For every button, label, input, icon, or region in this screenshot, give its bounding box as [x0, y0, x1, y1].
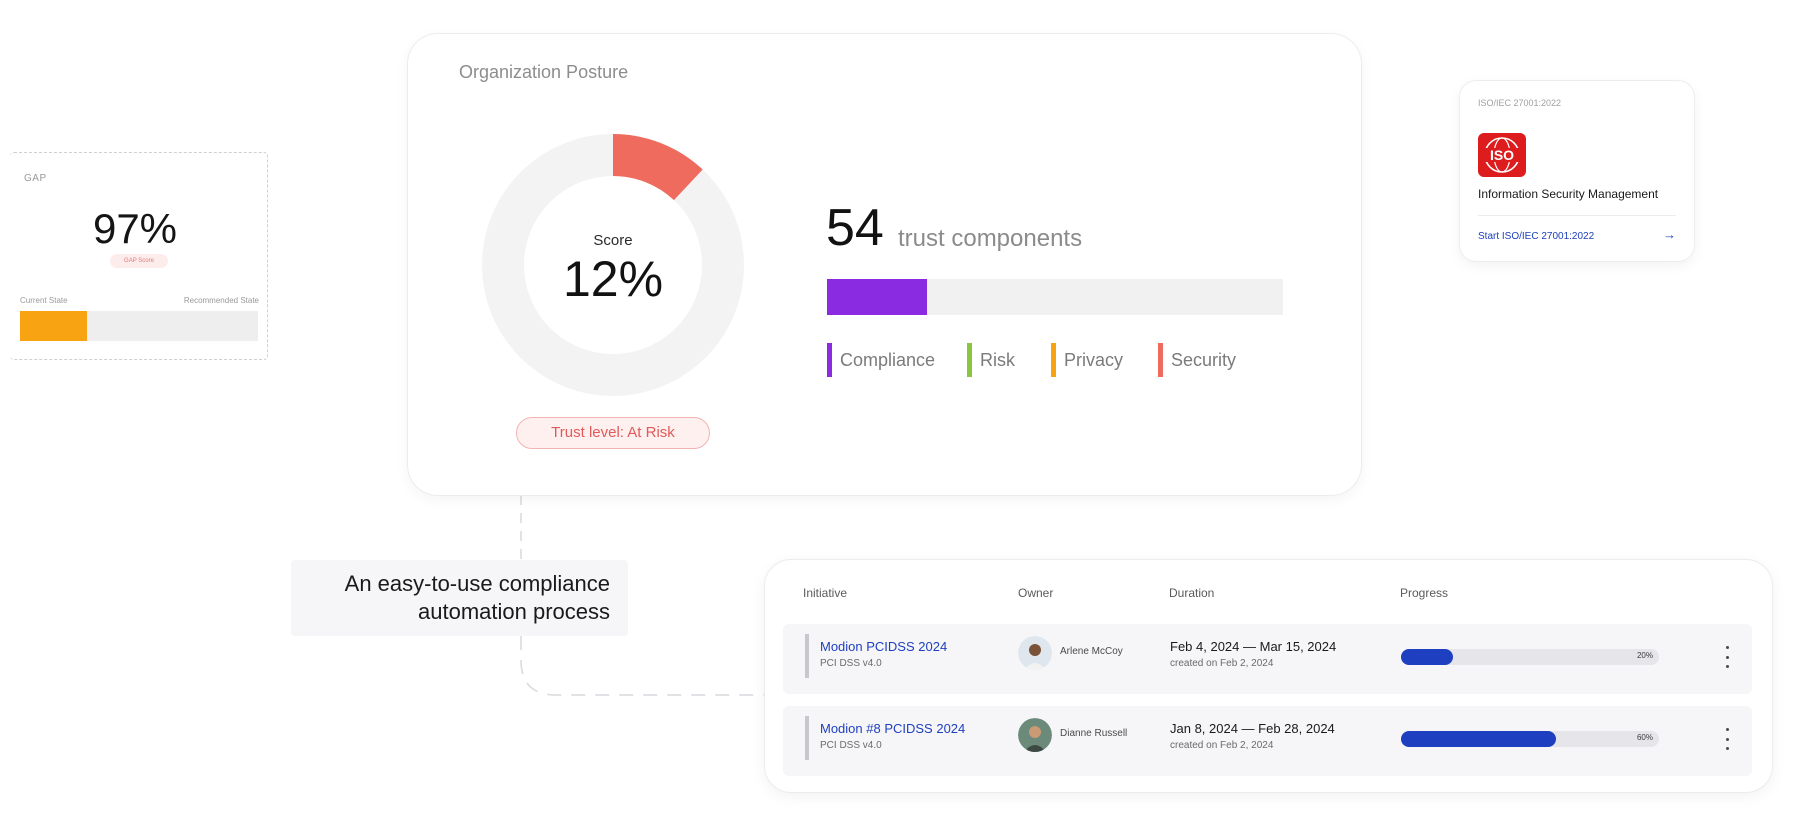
iso-framework-name: Information Security Management — [1478, 187, 1659, 201]
legend-label: Privacy — [1064, 349, 1124, 370]
duration-range: Jan 8, 2024 — Feb 28, 2024 — [1170, 721, 1335, 736]
owner-avatar — [1018, 636, 1052, 670]
iso-standard-label: ISO/IEC 27001:2022 — [1478, 98, 1562, 108]
risk-swatch — [967, 343, 972, 377]
progress-percent: 60% — [1636, 733, 1653, 742]
table-row[interactable]: Modion PCIDSS 2024 PCI DSS v4.0 Arlene M… — [783, 624, 1752, 694]
initiative-name-link[interactable]: Modion PCIDSS 2024 — [820, 639, 947, 654]
more-options-icon[interactable] — [1721, 646, 1733, 668]
iso-logo-text: ISO — [1490, 147, 1514, 163]
tagline: An easy-to-use compliance automation pro… — [291, 560, 628, 636]
divider — [1478, 215, 1676, 216]
duration-range: Feb 4, 2024 — Mar 15, 2024 — [1170, 639, 1337, 654]
security-swatch — [1158, 343, 1163, 377]
current-state-label: Current State — [20, 296, 68, 305]
privacy-swatch — [1051, 343, 1056, 377]
recommended-state-label: Recommended State — [183, 296, 259, 305]
row-accent-bar — [805, 634, 809, 678]
initiative-framework: PCI DSS v4.0 — [820, 658, 882, 669]
trust-components-label: trust components — [898, 225, 1083, 252]
iso-globe-icon: ISO — [1484, 137, 1520, 173]
trust-components-fill — [827, 279, 928, 315]
iso-framework-card[interactable]: ISO/IEC 27001:2022 ISO Information Secur… — [1460, 81, 1694, 261]
gap-card: GAP 97% GAP Score Current State Recommen… — [10, 152, 268, 360]
created-date: created on Feb 2, 2024 — [1170, 740, 1274, 751]
gap-progress-track — [20, 311, 258, 341]
gap-title: GAP — [24, 173, 47, 184]
more-options-icon[interactable] — [1721, 728, 1733, 750]
progress-bar: 20% — [1401, 649, 1659, 665]
column-header-duration: Duration — [1169, 586, 1215, 600]
owner-name: Dianne Russell — [1060, 728, 1128, 739]
column-header-initiative: Initiative — [803, 586, 848, 600]
row-accent-bar — [805, 716, 809, 760]
score-value: 12% — [562, 251, 664, 307]
progress-bar: 60% — [1401, 731, 1659, 747]
posture-title: Organization Posture — [459, 62, 629, 82]
owner-name: Arlene McCoy — [1060, 646, 1123, 657]
legend-label: Risk — [980, 349, 1015, 370]
progress-percent: 20% — [1636, 651, 1653, 660]
trust-level-badge: Trust level: At Risk — [516, 417, 710, 449]
trust-components-bar — [827, 279, 1283, 315]
start-iso-link[interactable]: Start ISO/IEC 27001:2022 — [1478, 231, 1594, 242]
gap-score-badge: GAP Score — [110, 254, 168, 268]
legend-risk: Risk — [967, 343, 1015, 377]
progress-fill — [1401, 731, 1556, 747]
gap-score-value: 97% — [92, 205, 178, 252]
trust-components-count: 54 — [826, 199, 884, 257]
iso-logo: ISO — [1478, 133, 1526, 177]
column-header-progress: Progress — [1400, 586, 1449, 600]
legend-label: Compliance — [840, 349, 936, 370]
created-date: created on Feb 2, 2024 — [1170, 658, 1274, 669]
initiative-name-link[interactable]: Modion #8 PCIDSS 2024 — [820, 721, 965, 736]
table-row[interactable]: Modion #8 PCIDSS 2024 PCI DSS v4.0 Diann… — [783, 706, 1752, 776]
column-header-owner: Owner — [1018, 586, 1054, 600]
arrow-right-icon[interactable]: → — [1663, 227, 1676, 242]
owner-avatar — [1018, 718, 1052, 752]
initiative-framework: PCI DSS v4.0 — [820, 740, 882, 751]
legend-security: Security — [1158, 343, 1236, 377]
gap-progress-fill — [20, 311, 87, 341]
legend-privacy: Privacy — [1051, 343, 1123, 377]
progress-fill — [1401, 649, 1453, 665]
compliance-swatch — [827, 343, 832, 377]
tagline-line-1: An easy-to-use compliance — [344, 571, 610, 596]
tagline-line-2: automation process — [418, 599, 610, 624]
organization-posture-card: Organization Posture Score 12% Trust lev… — [408, 34, 1361, 495]
score-label: Score — [593, 232, 633, 249]
legend-label: Security — [1171, 349, 1237, 370]
initiatives-table: Initiative Owner Duration Progress Modio… — [765, 560, 1772, 792]
legend-compliance: Compliance — [827, 343, 935, 377]
